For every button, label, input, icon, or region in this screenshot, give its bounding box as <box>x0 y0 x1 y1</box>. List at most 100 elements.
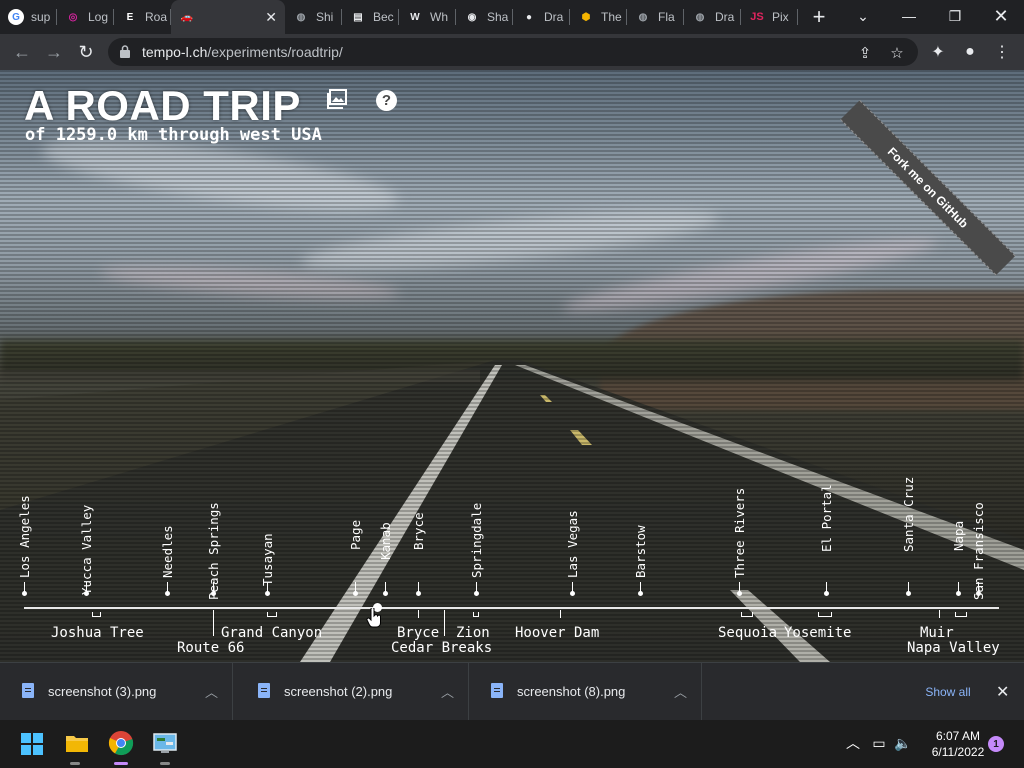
region-label[interactable]: Zion <box>456 625 490 641</box>
e-icon: E <box>126 11 134 23</box>
stop-label[interactable]: Tusayan <box>260 533 275 586</box>
region-label[interactable]: Hoover Dam <box>515 625 599 641</box>
windows-start-icon[interactable] <box>20 732 44 756</box>
address-bar[interactable]: tempo-l.ch/experiments/roadtrip/ ⇪ ☆ <box>108 38 918 66</box>
globe-icon: ◍ <box>638 11 648 23</box>
stop-label[interactable]: Springdale <box>469 503 484 578</box>
help-icon[interactable]: ? <box>376 90 397 111</box>
browser-tab[interactable]: W Wh <box>399 0 456 34</box>
close-download-bar-icon[interactable]: ✕ <box>996 682 1009 702</box>
region-label[interactable]: Route 66 <box>177 640 244 656</box>
close-tab-icon[interactable]: ✕ <box>265 9 277 26</box>
share-icon[interactable]: ⇪ <box>856 44 874 62</box>
reload-icon[interactable]: ↻ <box>72 38 100 66</box>
url-path: /experiments/roadtrip/ <box>207 44 343 60</box>
stop-label[interactable]: San Fransisco <box>971 502 986 600</box>
browser-tab[interactable]: ◎ Log <box>57 0 114 34</box>
region-label[interactable]: Napa Valley <box>907 640 1000 656</box>
browser-tab[interactable]: ⬢ The <box>570 0 627 34</box>
network-icon[interactable]: ▭ <box>870 734 888 752</box>
clock-date: 6/11/2022 <box>931 745 985 759</box>
browser-tab[interactable]: ◉ Sha <box>456 0 513 34</box>
download-filename: screenshot (2).png <box>284 684 393 699</box>
stop-label[interactable]: Las Vegas <box>565 510 580 578</box>
download-item[interactable]: screenshot (3).png ︿ <box>0 663 233 721</box>
tab-title: Wh <box>430 10 448 24</box>
tab-title: Shi <box>316 10 334 24</box>
region-label[interactable]: Bryce <box>397 625 439 641</box>
browser-tab[interactable]: Gsup <box>0 0 57 34</box>
region-label[interactable]: Cedar Breaks <box>391 640 492 656</box>
car-icon: 🚗 <box>180 11 194 23</box>
notification-badge[interactable]: 1 <box>988 736 1004 752</box>
volume-icon[interactable]: 🔈 <box>894 734 912 752</box>
region-label[interactable]: Grand Canyon <box>221 625 322 641</box>
browser-tab[interactable]: JS Pix <box>741 0 798 34</box>
profile-icon[interactable]: ● <box>960 42 980 62</box>
chevron-up-icon[interactable]: ︿ <box>205 682 218 701</box>
chevron-up-icon[interactable]: ︿ <box>441 682 454 701</box>
download-item[interactable]: screenshot (2).png ︿ <box>236 663 469 721</box>
stop-stem <box>418 582 419 592</box>
stop-stem <box>958 582 959 592</box>
tab-title: Log <box>88 10 109 24</box>
stop-label[interactable]: Santa Cruz <box>901 477 916 552</box>
forward-icon[interactable]: → <box>40 38 68 66</box>
region-bracket <box>939 610 940 618</box>
new-tab-button[interactable]: + <box>804 2 834 32</box>
region-label[interactable]: Yosemite <box>784 625 851 641</box>
clock-time: 6:07 AM <box>935 729 981 743</box>
region-bracket <box>741 612 753 617</box>
browser-tab[interactable]: ▤ Bec <box>342 0 399 34</box>
tab-title: Dra <box>715 10 735 24</box>
chevron-up-icon[interactable]: ︿ <box>674 682 687 701</box>
close-window-icon[interactable]: ✕ <box>978 0 1024 32</box>
stop-label[interactable]: Barstow <box>633 525 648 578</box>
control-panel-icon[interactable] <box>152 730 178 756</box>
back-icon[interactable]: ← <box>8 38 36 66</box>
minimize-icon[interactable]: — <box>886 0 932 32</box>
file-explorer-icon[interactable] <box>64 730 90 756</box>
system-clock[interactable]: 6:07 AM 6/11/2022 <box>924 728 992 760</box>
region-label[interactable]: Muir <box>920 625 954 641</box>
stop-label[interactable]: Kanab <box>378 522 393 560</box>
stop-label[interactable]: El Portal <box>819 484 834 552</box>
browser-tab[interactable]: E Roa <box>114 0 171 34</box>
motion-blur <box>0 370 480 382</box>
stop-label[interactable]: Needles <box>160 525 175 578</box>
gallery-icon[interactable] <box>326 88 348 110</box>
region-label[interactable]: Sequoia <box>718 625 777 641</box>
region-bracket <box>473 612 479 617</box>
show-all-downloads-button[interactable]: Show all <box>910 681 986 703</box>
stop-label[interactable]: Page <box>348 520 363 550</box>
region-label[interactable]: Joshua Tree <box>51 625 144 641</box>
stop-label[interactable]: Bryce <box>411 512 426 550</box>
file-icon <box>258 683 270 698</box>
file-icon <box>22 683 34 698</box>
browser-tab[interactable]: 🚗 ✕ <box>171 0 285 34</box>
restore-icon[interactable]: ❐ <box>932 0 978 32</box>
menu-icon[interactable]: ⋮ <box>992 42 1012 62</box>
browser-toolbar: ← → ↻ tempo-l.ch/experiments/roadtrip/ ⇪… <box>0 34 1024 70</box>
tab-list: Gsup ◎ Log E Roa 🚗 ✕ ◍ Shi ▤ Bec W Wh ◉ Sha ● Dra ⬢ The ◍ Fl… <box>0 0 798 34</box>
stop-label[interactable]: Peach Springs <box>206 502 221 600</box>
browser-tab[interactable]: ◍ Dra <box>684 0 741 34</box>
chevron-up-icon[interactable]: ︿ <box>844 734 862 752</box>
extensions-icon[interactable]: ✦ <box>928 42 948 62</box>
bookmark-star-icon[interactable]: ☆ <box>888 44 906 62</box>
download-filename: screenshot (3).png <box>48 684 157 699</box>
stop-stem <box>385 582 386 592</box>
region-bracket <box>560 610 561 618</box>
download-item[interactable]: screenshot (8).png ︿ <box>469 663 702 721</box>
browser-tab[interactable]: ◍ Shi <box>285 0 342 34</box>
stop-stem <box>640 582 641 592</box>
timeline-track[interactable] <box>24 607 999 609</box>
stop-label[interactable]: Los Angeles <box>17 495 32 578</box>
browser-tab[interactable]: ● Dra <box>513 0 570 34</box>
stop-label[interactable]: Three Rivers <box>732 488 747 578</box>
stop-label[interactable]: Napa <box>951 521 966 551</box>
stop-label[interactable]: Yucca Valley <box>79 505 94 595</box>
chrome-icon[interactable] <box>108 730 134 756</box>
tab-search-icon[interactable]: ⌄ <box>840 0 886 32</box>
browser-tab[interactable]: ◍ Fla <box>627 0 684 34</box>
